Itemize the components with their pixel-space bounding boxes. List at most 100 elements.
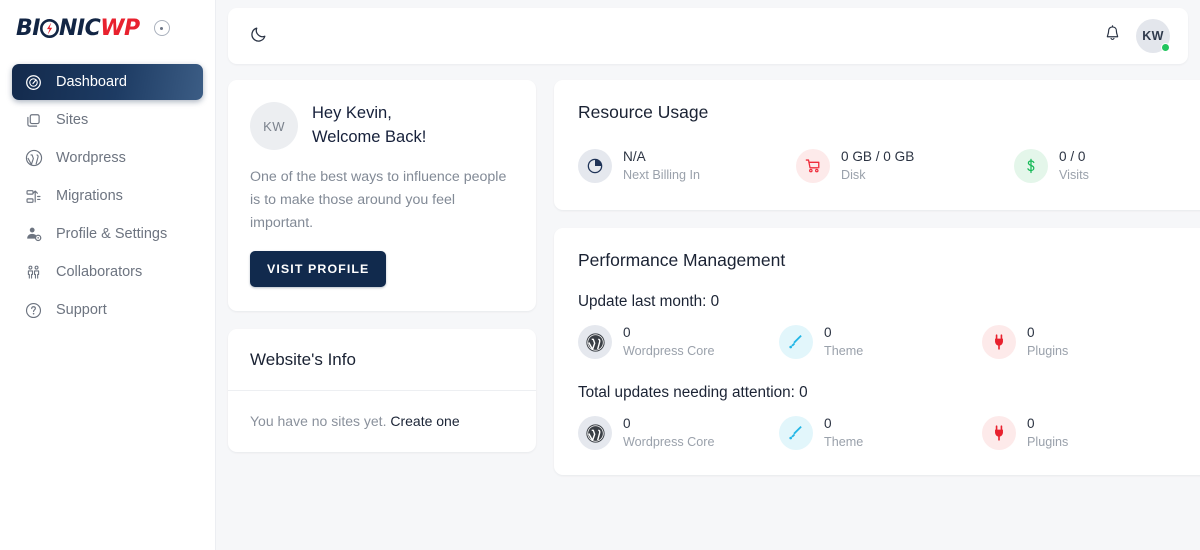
- metric-disk: 0 GB / 0 GB Disk: [796, 149, 1014, 184]
- sidebar-item-label: Migrations: [56, 188, 123, 204]
- user-avatar-wrapper: KW: [1136, 19, 1170, 53]
- metric-value: 0: [1027, 324, 1035, 340]
- pie-chart-icon: [578, 149, 612, 184]
- greeting-line-2: Welcome Back!: [312, 128, 427, 146]
- metric-label: Plugins: [1027, 434, 1069, 449]
- collapse-dot-icon: [160, 26, 164, 30]
- metric-label: Plugins: [1027, 343, 1069, 358]
- welcome-quote: One of the best ways to influence people…: [250, 169, 507, 231]
- sidebar-nav: Dashboard Sites Wordpress Migrations Pro…: [0, 56, 215, 328]
- website-info-title: Website's Info: [250, 350, 356, 369]
- sidebar-item-wordpress[interactable]: Wordpress: [12, 140, 203, 176]
- performance-section-heading: Total updates needing attention: 0: [578, 383, 808, 401]
- metric-label: Theme: [824, 343, 864, 358]
- performance-section-total-attention: Total updates needing attention: 0 0 Wor…: [554, 362, 1200, 475]
- dashboard-content: KW Hey Kevin, Welcome Back! One of the b…: [228, 80, 1200, 475]
- metric-text: 0 Theme: [824, 416, 863, 451]
- app-root: BI NIC WP Dashboard Sites Wordpress Migr…: [0, 0, 1200, 550]
- question-circle-icon: [24, 301, 43, 320]
- sidebar-item-dashboard[interactable]: Dashboard: [12, 64, 203, 100]
- performance-section-heading: Update last month: 0: [578, 292, 720, 310]
- performance-section-updates-last-month: Update last month: 0 0 Wordpress Core 0 …: [554, 271, 1200, 362]
- perf-metric-wordpress-core: 0 Wordpress Core: [578, 416, 779, 451]
- metric-value: 0: [824, 415, 832, 431]
- sidebar-item-label: Profile & Settings: [56, 226, 168, 242]
- metric-text: 0 Plugins: [1027, 416, 1068, 451]
- right-column: Resource Usage N/A Next Billing In 0 GB …: [554, 80, 1200, 475]
- performance-metrics-row: 0 Wordpress Core 0 Theme 0 Plugins: [578, 402, 1200, 475]
- brand-logo[interactable]: BI NIC WP: [16, 16, 140, 41]
- welcome-header: KW Hey Kevin, Welcome Back!: [250, 102, 514, 150]
- sidebar-item-support[interactable]: Support: [12, 292, 203, 328]
- brand-logo-accent: WP: [100, 15, 140, 41]
- online-status-dot-icon: [1161, 43, 1170, 52]
- metric-value: 0: [1027, 415, 1035, 431]
- sidebar: BI NIC WP Dashboard Sites Wordpress Migr…: [0, 0, 216, 550]
- notifications-button[interactable]: [1103, 24, 1122, 48]
- perf-metric-plugins: 0 Plugins: [982, 416, 1183, 451]
- resource-usage-card: Resource Usage N/A Next Billing In 0 GB …: [554, 80, 1200, 210]
- bell-icon: [1103, 24, 1122, 48]
- plug-icon: [982, 416, 1016, 451]
- topbar-right-group: KW: [1103, 19, 1170, 53]
- website-info-body: You have no sites yet. Create one: [228, 391, 536, 452]
- metric-text: 0 GB / 0 GB Disk: [841, 149, 914, 184]
- sidebar-item-profile-settings[interactable]: Profile & Settings: [12, 216, 203, 252]
- wordpress-icon: [578, 325, 612, 360]
- copy-icon: [24, 111, 43, 130]
- metric-label: Wordpress Core: [623, 434, 715, 449]
- resource-usage-title: Resource Usage: [578, 102, 709, 122]
- sidebar-item-label: Support: [56, 302, 107, 318]
- performance-management-card: Performance Management Update last month…: [554, 227, 1200, 475]
- perf-metric-theme: 0 Theme: [779, 325, 982, 360]
- metric-text: 0 Wordpress Core: [623, 325, 714, 360]
- migration-icon: [24, 187, 43, 206]
- metric-label: Wordpress Core: [623, 343, 715, 358]
- sidebar-item-label: Sites: [56, 112, 89, 128]
- brand-logo-part2: NIC: [58, 15, 101, 41]
- metric-label: Theme: [824, 434, 864, 449]
- sidebar-item-sites[interactable]: Sites: [12, 102, 203, 138]
- theme-toggle-button[interactable]: [250, 24, 269, 48]
- metric-value: 0: [623, 324, 631, 340]
- brush-icon: [779, 416, 813, 451]
- plug-icon: [982, 325, 1016, 360]
- metric-text: 0 Theme: [824, 325, 863, 360]
- performance-metrics-row: 0 Wordpress Core 0 Theme 0 Plugins: [578, 311, 1200, 362]
- brand-logo-row: BI NIC WP: [0, 0, 215, 56]
- dollar-icon: [1014, 149, 1048, 184]
- metric-label: Next Billing In: [623, 167, 700, 182]
- brand-logo-part1: BI: [16, 15, 40, 41]
- brand-logo-bolt-o: [39, 17, 59, 39]
- left-column: KW Hey Kevin, Welcome Back! One of the b…: [228, 80, 536, 475]
- topbar: KW: [228, 8, 1188, 64]
- perf-metric-wordpress-core: 0 Wordpress Core: [578, 325, 779, 360]
- sidebar-collapse-toggle[interactable]: [153, 20, 170, 36]
- metric-text: 0 Wordpress Core: [623, 416, 714, 451]
- metric-next-billing: N/A Next Billing In: [578, 149, 796, 184]
- cart-icon: [796, 149, 830, 184]
- main-area: KW KW Hey Kevin, Welcome Back! One of th…: [216, 0, 1200, 550]
- metric-text: 0 / 0 Visits: [1059, 149, 1089, 184]
- create-site-link[interactable]: Create one: [390, 413, 459, 429]
- wordpress-icon: [24, 149, 43, 168]
- metric-text: 0 Plugins: [1027, 325, 1068, 360]
- metric-label: Visits: [1059, 167, 1089, 182]
- metric-value: 0: [824, 324, 832, 340]
- brush-icon: [779, 325, 813, 360]
- sidebar-item-collaborators[interactable]: Collaborators: [12, 254, 203, 290]
- website-info-card: Website's Info You have no sites yet. Cr…: [228, 329, 536, 452]
- sidebar-item-migrations[interactable]: Migrations: [12, 178, 203, 214]
- moon-icon: [250, 24, 269, 48]
- performance-title: Performance Management: [578, 249, 786, 270]
- visit-profile-button[interactable]: VISIT PROFILE: [250, 251, 387, 287]
- user-settings-icon: [24, 225, 43, 244]
- website-info-empty-text: You have no sites yet.: [250, 413, 387, 429]
- welcome-greeting: Hey Kevin, Welcome Back!: [312, 102, 426, 150]
- metric-label: Disk: [841, 167, 866, 182]
- resource-usage-metrics: N/A Next Billing In 0 GB / 0 GB Disk 0 /…: [554, 123, 1200, 210]
- welcome-avatar: KW: [250, 102, 298, 150]
- sidebar-item-label: Wordpress: [56, 150, 126, 166]
- collaborators-icon: [24, 263, 43, 282]
- wordpress-icon: [578, 416, 612, 451]
